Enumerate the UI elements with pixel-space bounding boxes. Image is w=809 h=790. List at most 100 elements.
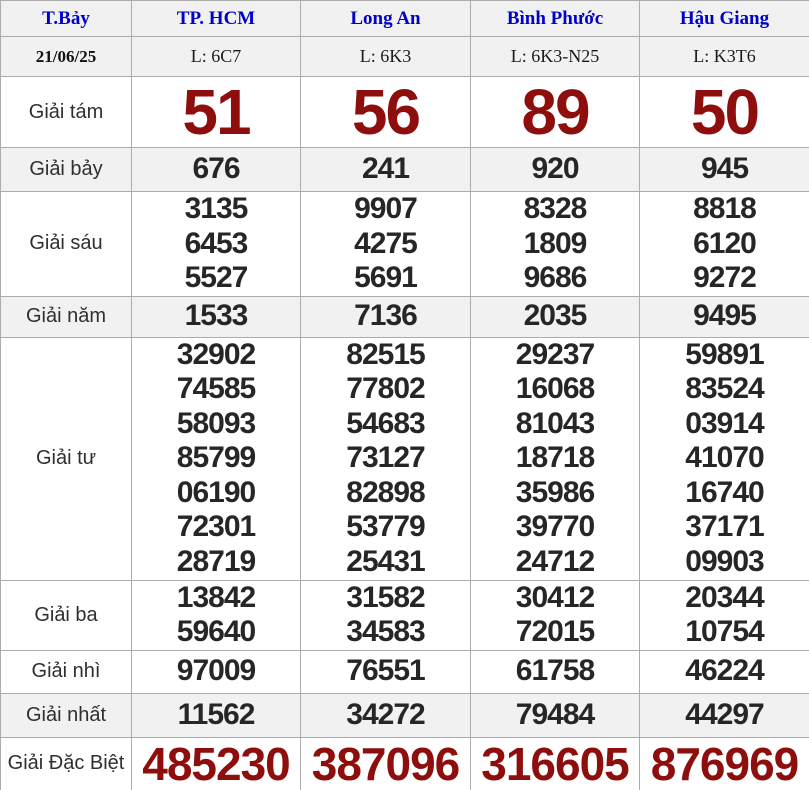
prize-number: 59891 [640, 338, 809, 373]
prize-number: 28719 [132, 545, 300, 580]
prize-cell: 89 [471, 77, 640, 148]
prize-cell: 34272 [301, 693, 471, 737]
province-link-1[interactable]: Long An [350, 8, 420, 29]
prize-number: 9686 [471, 261, 639, 296]
loterie-code: L: 6C7 [132, 37, 301, 77]
prize-label: Giải bảy [1, 148, 132, 192]
prize-number: 4275 [301, 227, 470, 262]
prize-label: Giải nhì [1, 650, 132, 693]
prize-row: Giải tư329027458558093857990619072301287… [1, 337, 809, 580]
date-row: 21/06/25L: 6C7L: 6K3L: 6K3-N25L: K3T6 [1, 37, 809, 77]
prize-cell: 881861209272 [640, 192, 809, 297]
draw-date: 21/06/25 [1, 37, 132, 77]
prize-cell: 61758 [471, 650, 640, 693]
prize-number: 485230 [132, 738, 300, 790]
prize-number: 8818 [640, 192, 809, 227]
prize-number: 9907 [301, 192, 470, 227]
prize-number: 241 [301, 152, 470, 187]
prize-label: Giải tư [1, 337, 132, 580]
prize-row: Giải sáu31356453552799074275569183281809… [1, 192, 809, 297]
prize-number: 81043 [471, 407, 639, 442]
prize-cell: 1533 [132, 296, 301, 337]
prize-number: 29237 [471, 338, 639, 373]
prize-number: 10754 [640, 615, 809, 650]
lottery-results-page: T.BảyTP. HCMLong AnBình PhướcHậu Giang 2… [0, 0, 809, 790]
prize-row: Giải tám51568950 [1, 77, 809, 148]
prize-cell: 832818099686 [471, 192, 640, 297]
prize-number: 13842 [132, 581, 300, 616]
loterie-code: L: 6K3-N25 [471, 37, 640, 77]
prize-number: 06190 [132, 476, 300, 511]
prize-row: Giải năm1533713620359495 [1, 296, 809, 337]
prize-cell: 32902745855809385799061907230128719 [132, 337, 301, 580]
prize-number: 41070 [640, 441, 809, 476]
prize-cell: 945 [640, 148, 809, 192]
prize-cell: 50 [640, 77, 809, 148]
prize-number: 74585 [132, 372, 300, 407]
prize-cell: 920 [471, 148, 640, 192]
prize-number: 9495 [640, 299, 809, 334]
prize-cell: 485230 [132, 737, 301, 790]
prize-number: 72301 [132, 510, 300, 545]
prize-cell: 76551 [301, 650, 471, 693]
prize-number: 25431 [301, 545, 470, 580]
prize-row: Giải ba138425964031582345833041272015203… [1, 580, 809, 650]
province-header: TP. HCM [132, 1, 301, 37]
prize-number: 58093 [132, 407, 300, 442]
prize-number: 73127 [301, 441, 470, 476]
prize-number: 945 [640, 152, 809, 187]
prize-cell: 676 [132, 148, 301, 192]
prize-number: 24712 [471, 545, 639, 580]
prize-number: 32902 [132, 338, 300, 373]
results-table-body: 21/06/25L: 6C7L: 6K3L: 6K3-N25L: K3T6Giả… [1, 37, 809, 790]
prize-number: 5691 [301, 261, 470, 296]
prize-number: 51 [132, 77, 300, 147]
province-link-0[interactable]: TP. HCM [177, 8, 255, 29]
prize-cell: 2034410754 [640, 580, 809, 650]
prize-cell: 79484 [471, 693, 640, 737]
prize-number: 03914 [640, 407, 809, 442]
loterie-code: L: 6K3 [301, 37, 471, 77]
prize-number: 1809 [471, 227, 639, 262]
prize-number: 16740 [640, 476, 809, 511]
prize-number: 6453 [132, 227, 300, 262]
prize-number: 83524 [640, 372, 809, 407]
prize-cell: 9495 [640, 296, 809, 337]
prize-number: 82515 [301, 338, 470, 373]
prize-number: 11562 [132, 698, 300, 733]
prize-cell: 313564535527 [132, 192, 301, 297]
prize-number: 89 [471, 77, 639, 147]
prize-label: Giải ba [1, 580, 132, 650]
prize-number: 85799 [132, 441, 300, 476]
prize-number: 82898 [301, 476, 470, 511]
prize-cell: 56 [301, 77, 471, 148]
province-header: Hậu Giang [640, 1, 809, 37]
prize-number: 61758 [471, 654, 639, 689]
prize-number: 6120 [640, 227, 809, 262]
prize-cell: 3041272015 [471, 580, 640, 650]
prize-cell: 1384259640 [132, 580, 301, 650]
prize-number: 387096 [301, 738, 470, 790]
prize-number: 7136 [301, 299, 470, 334]
prize-number: 34583 [301, 615, 470, 650]
prize-cell: 59891835240391441070167403717109903 [640, 337, 809, 580]
prize-number: 30412 [471, 581, 639, 616]
prize-number: 9272 [640, 261, 809, 296]
prize-cell: 2035 [471, 296, 640, 337]
prize-number: 50 [640, 77, 809, 147]
prize-cell: 990742755691 [301, 192, 471, 297]
prize-row: Giải Đặc Biệt485230387096316605876969 [1, 737, 809, 790]
prize-cell: 97009 [132, 650, 301, 693]
province-link-3[interactable]: Hậu Giang [680, 8, 769, 29]
results-table-head: T.BảyTP. HCMLong AnBình PhướcHậu Giang [1, 1, 809, 37]
prize-number: 56 [301, 77, 470, 147]
prize-cell: 7136 [301, 296, 471, 337]
prize-number: 20344 [640, 581, 809, 616]
prize-cell: 82515778025468373127828985377925431 [301, 337, 471, 580]
prize-number: 76551 [301, 654, 470, 689]
prize-number: 39770 [471, 510, 639, 545]
results-table: T.BảyTP. HCMLong AnBình PhướcHậu Giang 2… [0, 0, 809, 790]
prize-label: Giải tám [1, 77, 132, 148]
prize-number: 35986 [471, 476, 639, 511]
province-link-2[interactable]: Bình Phước [507, 8, 603, 29]
